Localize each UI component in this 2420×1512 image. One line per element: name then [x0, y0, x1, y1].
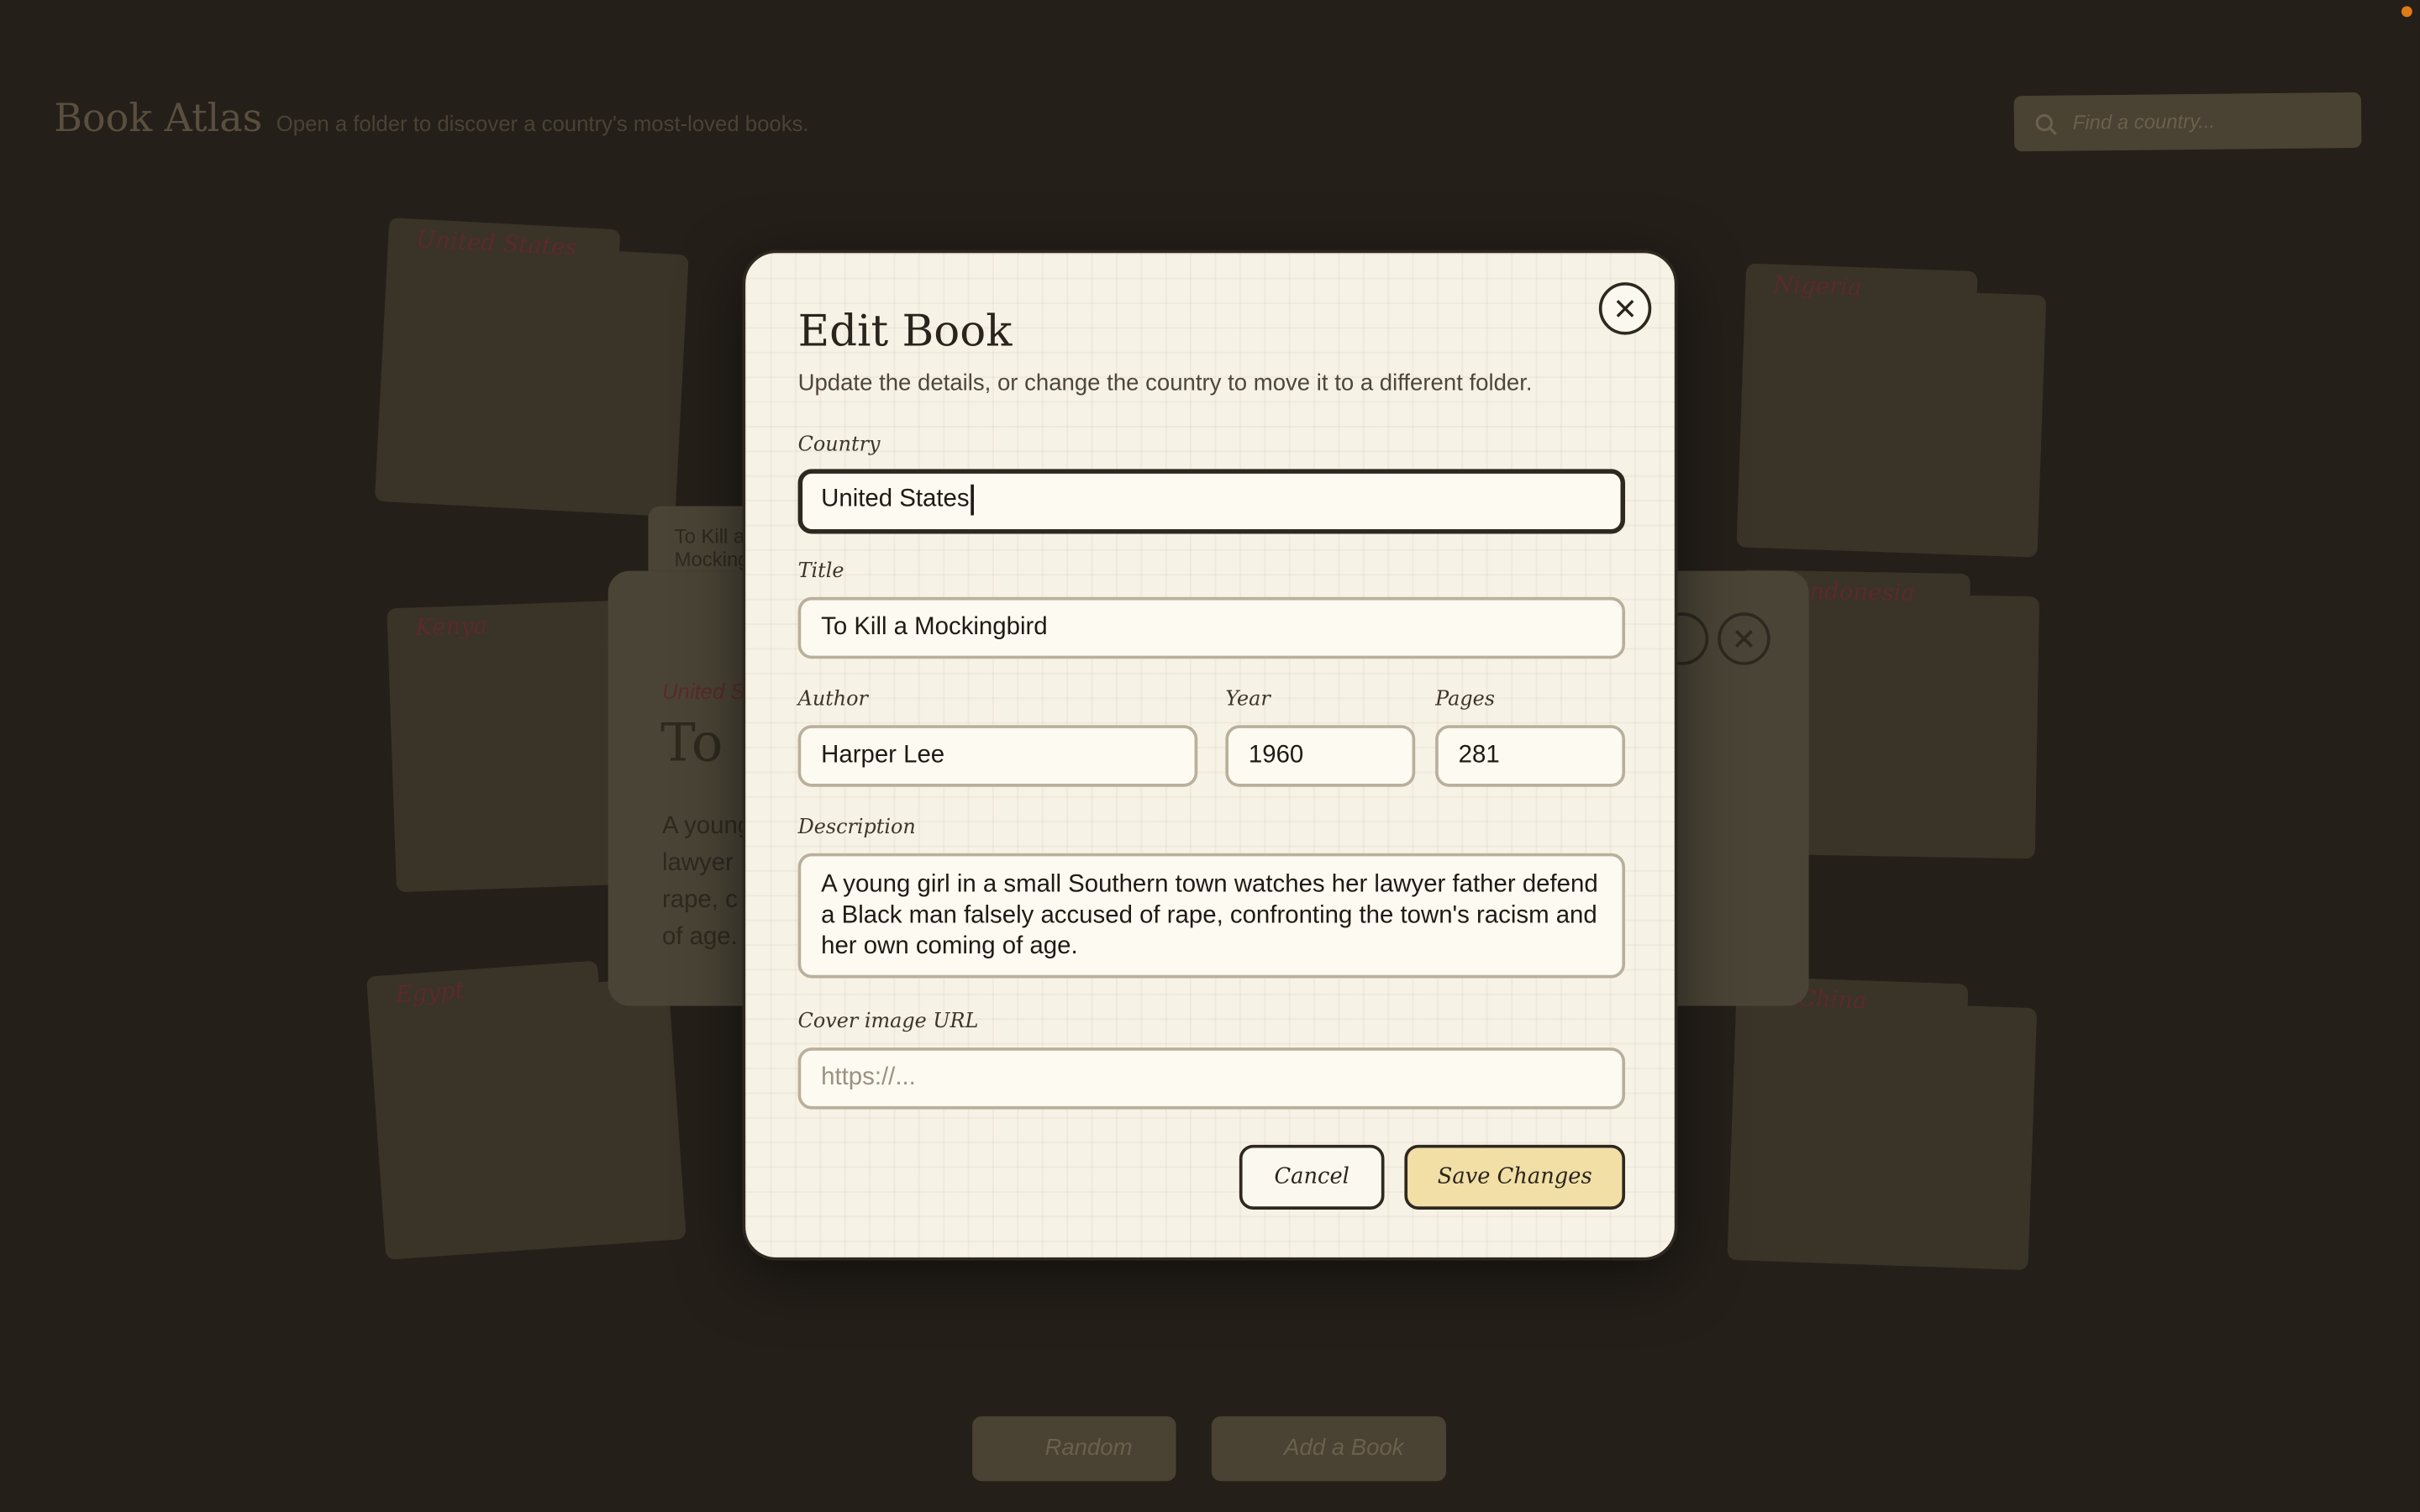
year-input[interactable]: 1960: [1225, 725, 1416, 787]
edit-book-modal: Edit Book Update the details, or change …: [742, 249, 1678, 1261]
modal-title: Edit Book: [797, 305, 1013, 357]
search-icon: [2035, 113, 2057, 135]
app-title: Book Atlas: [54, 95, 263, 141]
cover-url-label: Cover image URL: [797, 1011, 979, 1034]
add-book-label: Add a Book: [1284, 1435, 1404, 1462]
folder-united-states[interactable]: United States: [374, 218, 689, 517]
search-placeholder: Find a country...: [2072, 109, 2216, 134]
close-icon[interactable]: [1598, 282, 1652, 335]
detail-title: To Kill a Mockingbird: [660, 712, 745, 775]
search-box[interactable]: Find a country...: [2013, 92, 2362, 152]
stage: Book Atlas Open a folder to discover a c…: [0, 0, 2420, 1512]
folder-egypt[interactable]: Egypt: [366, 960, 687, 1260]
text-caret: [971, 484, 975, 516]
country-label: Country: [797, 433, 881, 457]
notification-dot: [2401, 6, 2412, 18]
pages-input[interactable]: 281: [1435, 725, 1626, 787]
folder-nigeria[interactable]: Nigeria: [1736, 263, 2047, 558]
detail-close-icon[interactable]: [1718, 612, 1770, 665]
folder-label: Egypt: [394, 976, 466, 1009]
title-input[interactable]: To Kill a Mockingbird: [797, 596, 1626, 659]
save-changes-button[interactable]: Save Changes: [1404, 1144, 1626, 1210]
title-label: Title: [797, 559, 844, 584]
year-label: Year: [1225, 688, 1270, 711]
random-button[interactable]: Random: [972, 1416, 1176, 1482]
cover-url-input[interactable]: https://...: [797, 1047, 1626, 1110]
folder-label: Indonesia: [1800, 576, 1916, 607]
pages-label: Pages: [1435, 688, 1496, 711]
app-subtitle: Open a folder to discover a country's mo…: [276, 111, 809, 136]
author-input[interactable]: Harper Lee: [797, 725, 1198, 787]
description-label: Description: [797, 816, 916, 840]
author-label: Author: [797, 688, 868, 711]
description-textarea[interactable]: A young girl in a small Southern town wa…: [797, 853, 1626, 979]
folder-china[interactable]: China: [1727, 976, 2038, 1271]
country-input[interactable]: United States: [797, 469, 1626, 534]
modal-subtitle: Update the details, or change the countr…: [797, 370, 1533, 397]
folder-label: Kenya: [414, 611, 488, 642]
folder-label: Nigeria: [1772, 270, 1863, 302]
detail-description: A young lawyer rape, c of age.: [661, 812, 752, 951]
random-label: Random: [1044, 1435, 1133, 1462]
cancel-button[interactable]: Cancel: [1239, 1144, 1385, 1210]
add-book-button[interactable]: Add a Book: [1211, 1416, 1446, 1482]
